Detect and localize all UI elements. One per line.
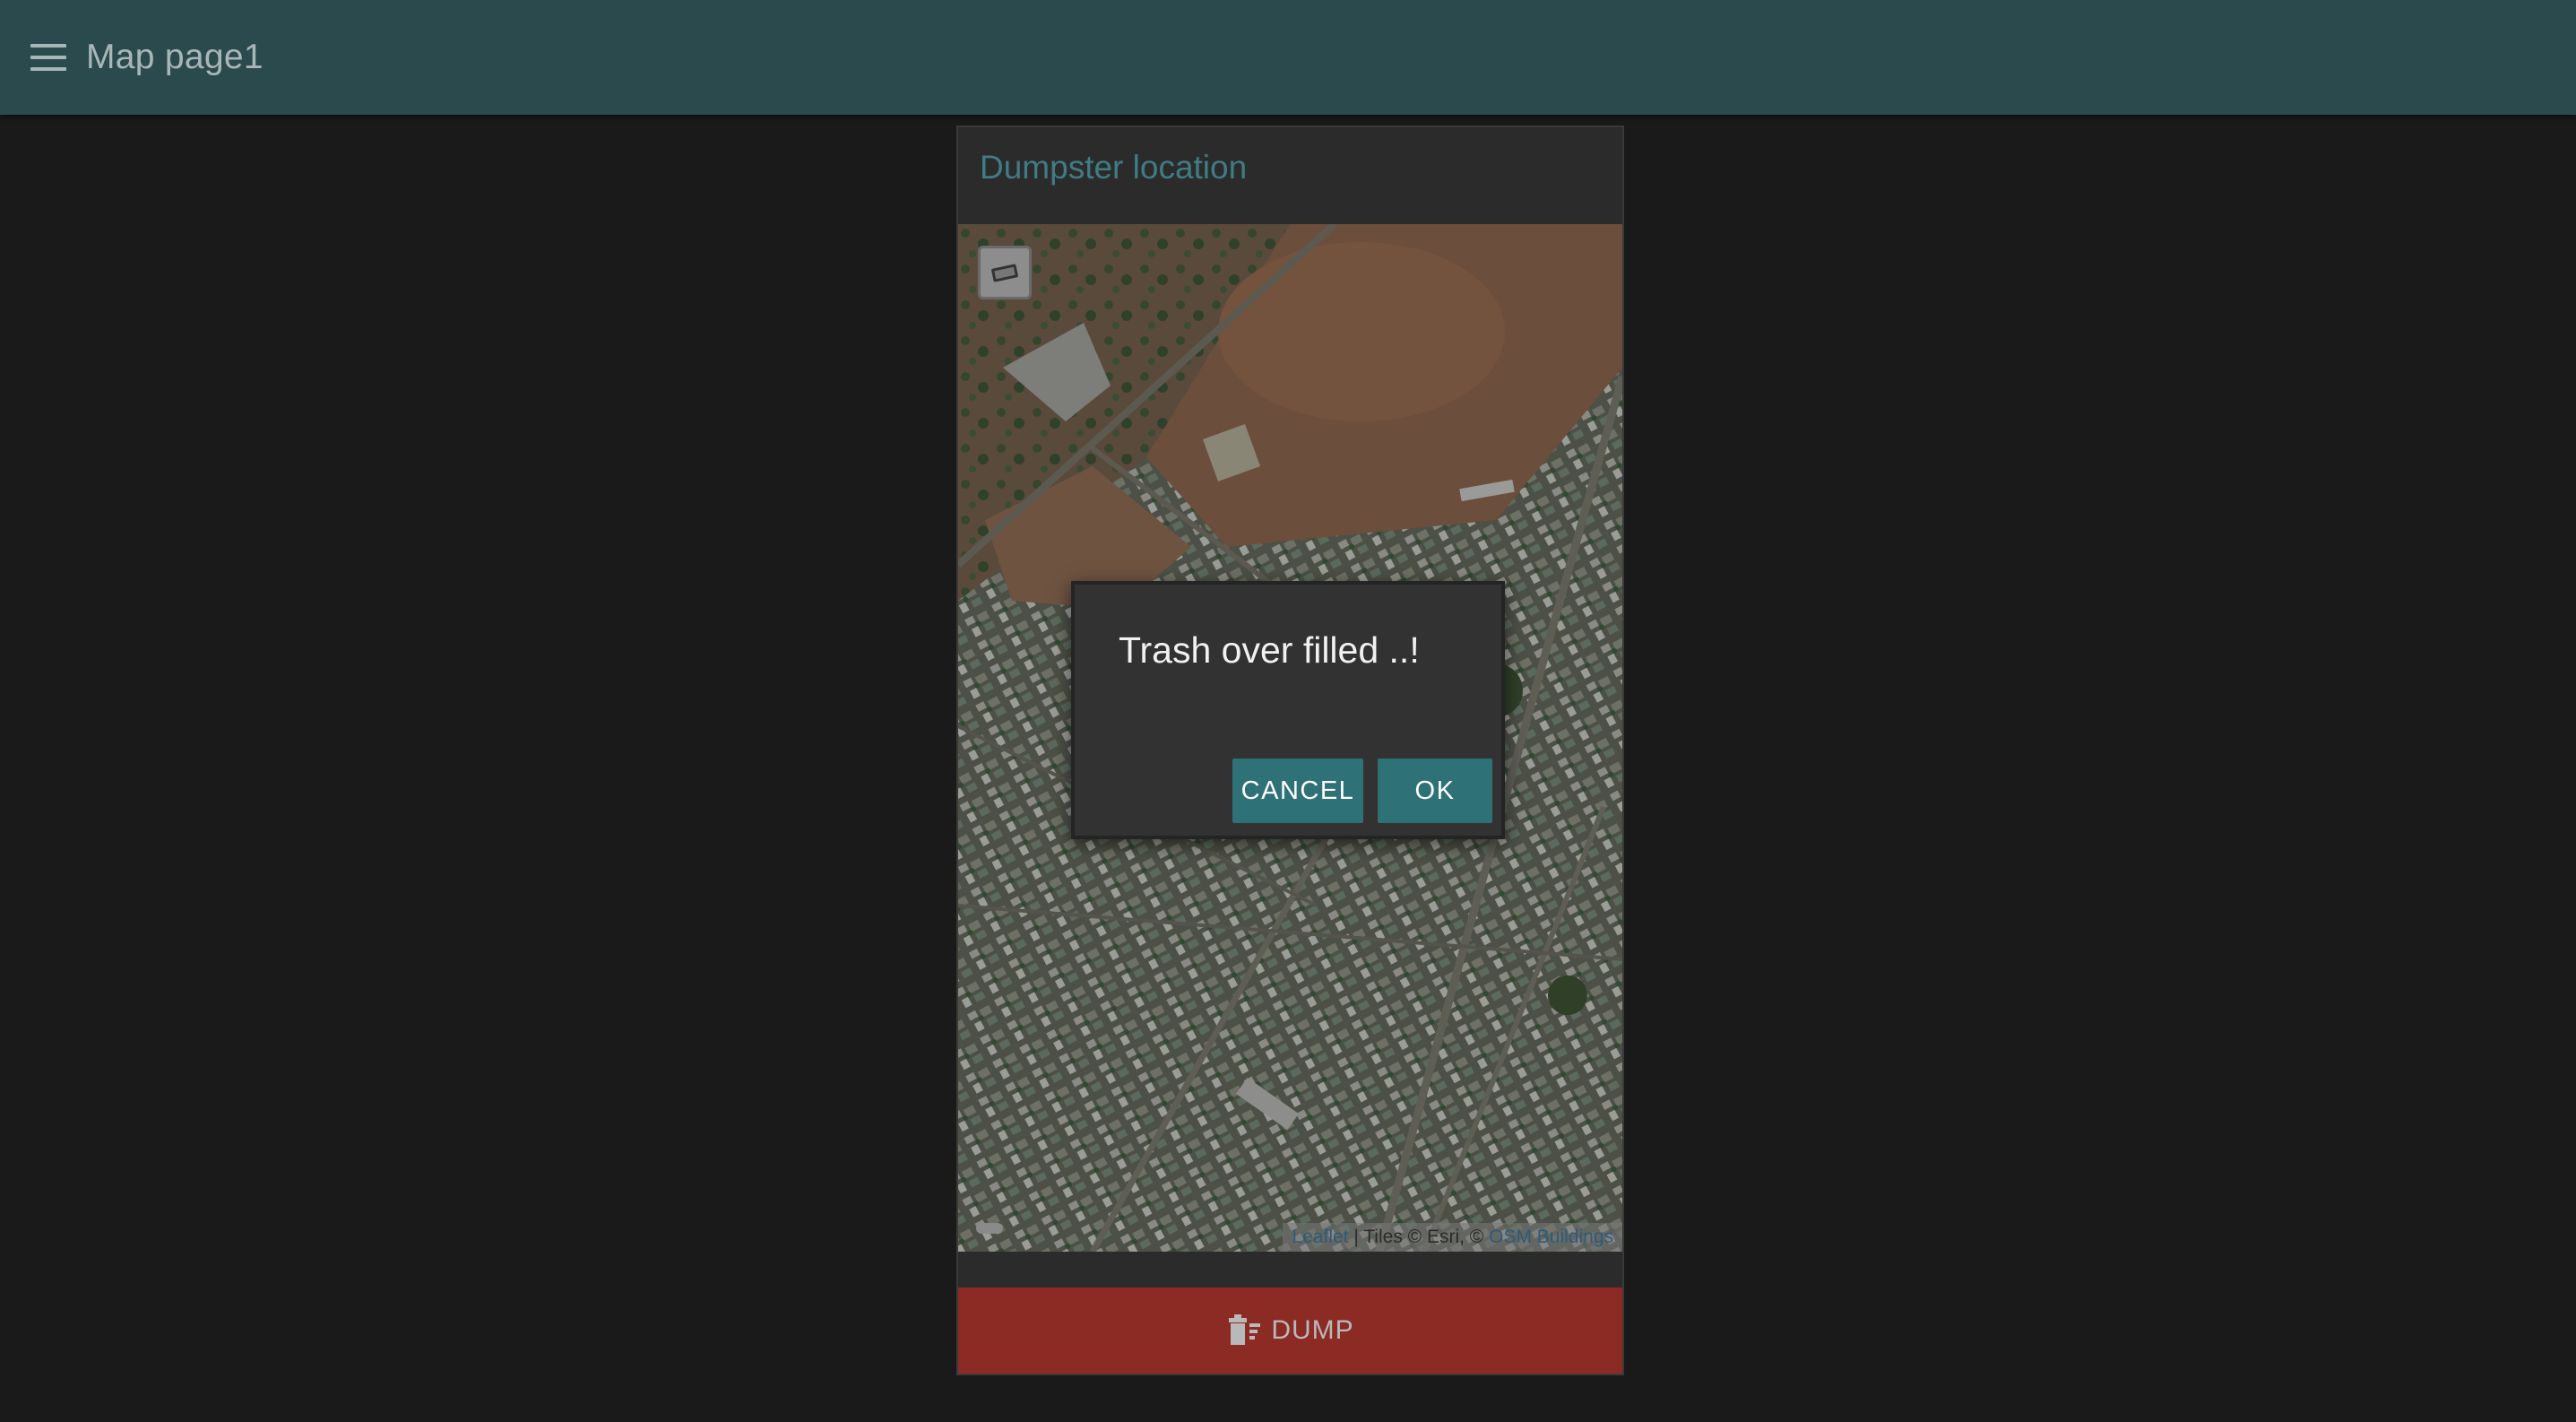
dump-button-label: DUMP bbox=[1271, 1315, 1354, 1345]
card-title: Dumpster location bbox=[980, 149, 1248, 186]
hamburger-menu-icon[interactable] bbox=[30, 44, 66, 71]
ok-button[interactable]: OK bbox=[1378, 759, 1492, 823]
map-attribution: Leaflet | Tiles © Esri, © OSM Buildings bbox=[1283, 1223, 1622, 1252]
leaflet-link[interactable]: Leaflet bbox=[1292, 1227, 1348, 1247]
page-title: Map page1 bbox=[86, 38, 264, 76]
cancel-button[interactable]: CANCEL bbox=[1232, 759, 1363, 823]
trash-icon bbox=[1226, 1314, 1262, 1347]
layers-icon[interactable] bbox=[978, 246, 1032, 299]
dump-button[interactable]: DUMP bbox=[958, 1288, 1622, 1374]
scale-indicator bbox=[976, 1223, 1003, 1234]
osm-buildings-link[interactable]: OSM Buildings bbox=[1489, 1227, 1613, 1247]
dialog-message: Trash over filled ..! bbox=[1119, 629, 1420, 671]
tiles-attribution-text: | Tiles © Esri, © bbox=[1348, 1227, 1490, 1247]
overfill-alert-dialog: Trash over filled ..! CANCEL OK bbox=[1071, 581, 1505, 839]
app-bar: Map page1 bbox=[0, 0, 2576, 115]
